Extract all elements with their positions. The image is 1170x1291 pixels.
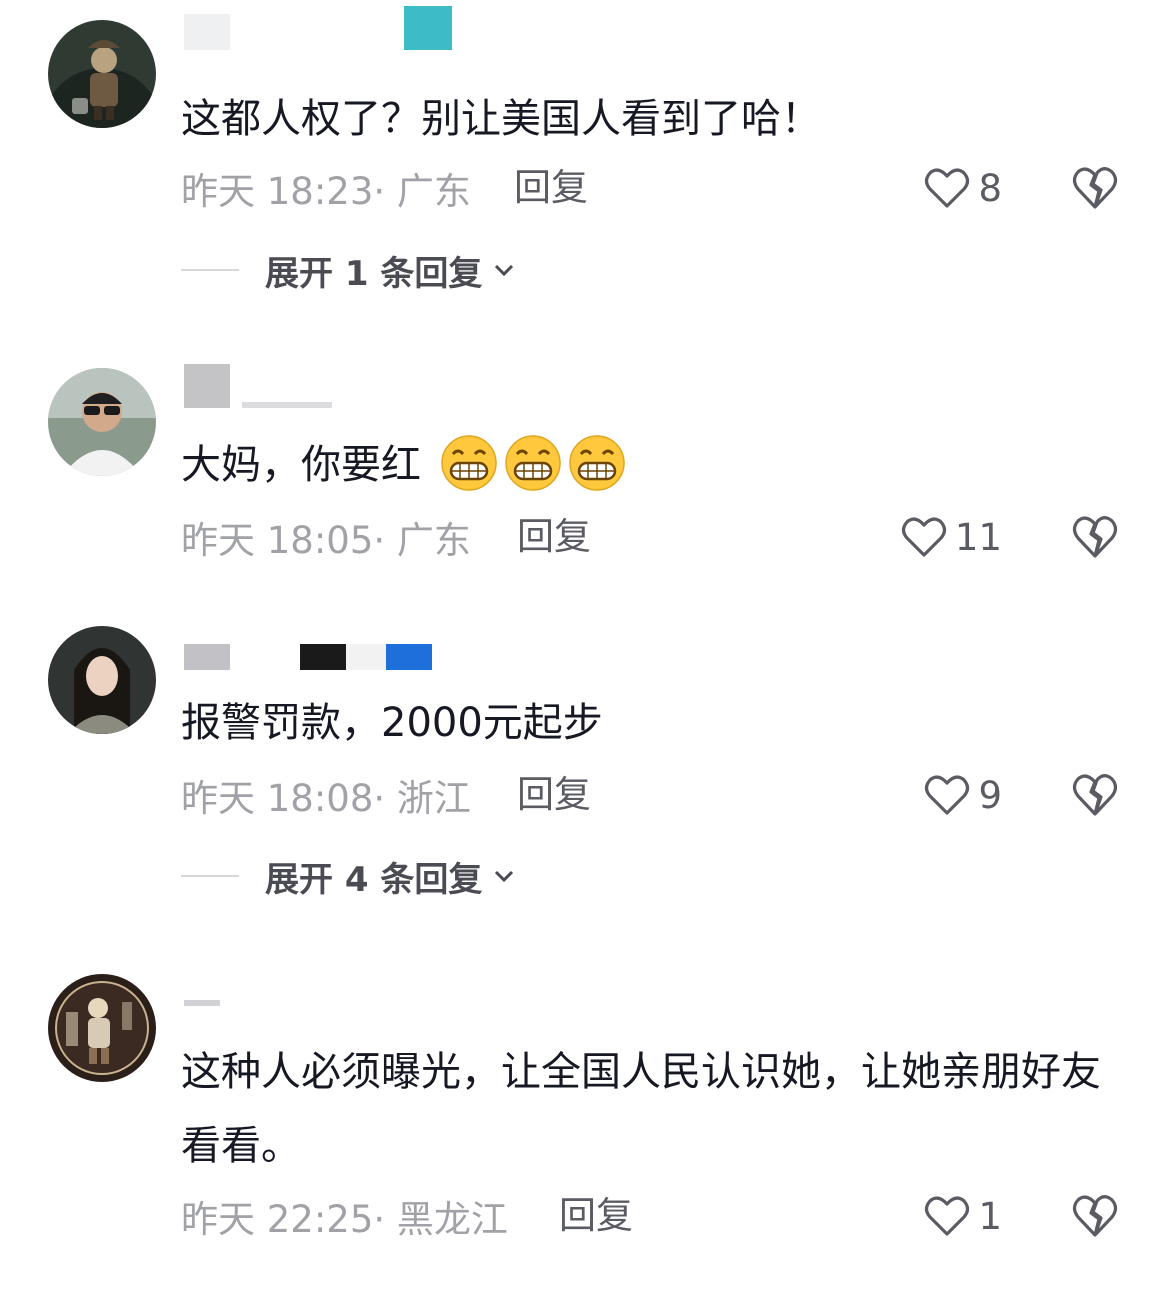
comment-meta: 昨天 18:08· 浙江 回复	[181, 770, 591, 820]
divider	[181, 269, 239, 271]
heart-outline-icon	[925, 1196, 970, 1236]
comment-text: 这种人必须曝光，让全国人民认识她，让她亲朋好友看看。	[181, 1049, 1101, 1169]
broken-heart-icon[interactable]	[1072, 772, 1118, 818]
comment-text: 报警罚款，2000元起步	[181, 700, 603, 746]
broken-heart-icon[interactable]	[1072, 165, 1118, 211]
avatar[interactable]	[48, 974, 156, 1082]
chevron-down-icon	[495, 870, 514, 883]
heart-outline-icon	[925, 775, 970, 815]
expand-replies-button[interactable]: 展开 4 条回复	[181, 853, 516, 900]
grinning-face-emoji	[568, 435, 625, 491]
avatar[interactable]	[48, 626, 156, 734]
like-count: 9	[978, 773, 1002, 817]
comment-timestamp-location: 昨天 18:08· 浙江	[181, 777, 471, 820]
expand-replies-label: 展开 4 条回复	[265, 859, 483, 900]
expand-replies-button[interactable]: 展开 1 条回复	[181, 247, 516, 294]
comment-meta: 昨天 18:23· 广东 回复	[181, 163, 588, 213]
like-count: 1	[978, 1194, 1002, 1238]
broken-heart-icon[interactable]	[1072, 514, 1118, 560]
like-count: 11	[954, 515, 1002, 559]
reply-button[interactable]: 回复	[517, 770, 591, 820]
like-button[interactable]: 11	[901, 512, 1002, 562]
like-count: 8	[978, 166, 1002, 210]
username-masked[interactable]	[184, 966, 220, 1006]
reply-button[interactable]: 回复	[559, 1191, 633, 1241]
grinning-face-emoji	[440, 435, 497, 491]
like-button[interactable]: 8	[924, 163, 1002, 213]
comment-timestamp-location: 昨天 18:23· 广东	[181, 170, 471, 213]
heart-outline-icon	[925, 168, 970, 208]
reply-button[interactable]: 回复	[517, 512, 591, 562]
chevron-down-icon	[495, 264, 514, 277]
avatar[interactable]	[48, 368, 156, 476]
username-masked[interactable]	[184, 6, 452, 50]
like-button[interactable]: 1	[924, 1191, 1002, 1241]
broken-heart-icon[interactable]	[1072, 1193, 1118, 1239]
divider	[181, 875, 239, 877]
heart-outline-icon	[901, 517, 946, 557]
username-masked[interactable]	[184, 364, 332, 408]
comment-timestamp-location: 昨天 18:05· 广东	[181, 519, 471, 562]
comment-text: 这都人权了？别让美国人看到了哈！	[181, 96, 821, 142]
reply-button[interactable]: 回复	[514, 163, 588, 213]
avatar[interactable]	[48, 20, 156, 128]
comment-meta: 昨天 18:05· 广东 回复	[181, 512, 591, 562]
comment-timestamp-location: 昨天 22:25· 黑龙江	[181, 1198, 508, 1241]
comment-text-content: 大妈，你要红	[181, 442, 421, 488]
like-button[interactable]: 9	[924, 770, 1002, 820]
comment-meta: 昨天 22:25· 黑龙江 回复	[181, 1191, 633, 1241]
grinning-face-emoji	[504, 435, 561, 491]
comment-text: 大妈，你要红	[181, 428, 1110, 502]
expand-replies-label: 展开 1 条回复	[265, 253, 483, 294]
username-masked[interactable]	[184, 630, 432, 670]
